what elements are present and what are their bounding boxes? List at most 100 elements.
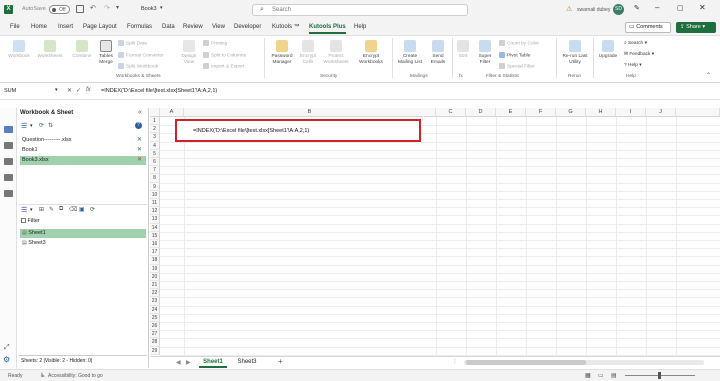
menu-kutools[interactable]: Kutools ™ [272,24,300,30]
autosave-toggle[interactable]: Off [49,5,70,14]
pivot-table-button[interactable]: Pivot Table [499,52,530,58]
tab-next-icon[interactable]: ▶ [186,359,191,366]
super-filter-button[interactable]: Super Filter [475,40,495,65]
printing-button[interactable]: Printing [203,40,227,46]
workbook-item[interactable]: Book1 ✕ [20,146,146,155]
sheet-item-selected[interactable]: ▤ Sheet1 [20,229,146,238]
column-header[interactable]: C [436,108,466,117]
save-icon[interactable] [76,5,84,13]
tab-sheet3[interactable]: Sheet3 [233,357,261,368]
row-header[interactable]: 12 [150,207,160,216]
restore-icon[interactable]: ▢ [677,4,684,12]
menu-data[interactable]: Data [162,24,175,30]
split-data-button[interactable]: Split Data [118,40,147,46]
row-header[interactable]: 19 [150,264,160,273]
sheet-rename-icon[interactable]: ✎ [49,206,54,213]
close-workbook-icon[interactable]: ✕ [137,156,142,165]
dropdown-icon[interactable]: ▾ [30,123,33,129]
column-header[interactable]: E [496,108,526,117]
search-box[interactable]: ⌕ Search [252,4,468,16]
search-ribbon-button[interactable]: ⌕ Search ▾ [624,40,647,46]
title-dropdown-icon[interactable]: ▾ [160,5,163,11]
close-workbook-icon[interactable]: ✕ [137,136,142,145]
sort-pane-icon[interactable]: ⇅ [48,122,53,129]
workbook-item[interactable]: Question---------.xlsx ✕ [20,136,146,145]
formula-input[interactable]: =INDEX('D:\Excel file\[test.xlsx]Sheet1'… [101,88,217,94]
tab-options-icon[interactable]: ⋮ [452,358,458,365]
row-header[interactable]: 18 [150,256,160,265]
row-header[interactable]: 6 [150,158,160,167]
row-header[interactable]: 14 [150,223,160,232]
row-header[interactable]: 2 [150,125,160,134]
active-cell[interactable]: =INDEX('D:\Excel file\[test.xlsx]Sheet1'… [175,119,421,142]
minimize-icon[interactable]: – [655,3,659,12]
row-header[interactable]: 7 [150,166,160,175]
count-by-color-button[interactable]: Count by Color [499,40,539,46]
expand-icon[interactable]: ⤢ [4,344,10,352]
tab-prev-icon[interactable]: ◀ [176,359,181,366]
row-header[interactable]: 10 [150,190,160,199]
zoom-thumb[interactable] [658,372,661,379]
close-icon[interactable]: ✕ [699,3,706,12]
enter-icon[interactable]: ✓ [76,87,81,94]
page-layout-view-icon[interactable]: ▭ [598,372,604,379]
sheet-delete-icon[interactable]: ⌫ [69,206,77,213]
special-filter-button[interactable]: Special Filter [499,63,535,69]
workbook-button[interactable]: Workbook [7,40,31,60]
autotext-icon[interactable] [4,158,13,165]
add-sheet-button[interactable]: + [278,357,283,366]
row-header[interactable]: 24 [150,305,160,314]
undo-icon[interactable]: ↶ [90,4,96,12]
column-header[interactable]: I [616,108,646,117]
ribbon-collapse-icon[interactable]: ⌃ [706,72,711,79]
accessibility-status[interactable]: Accessibility: Good to go [48,373,103,379]
row-header[interactable]: 27 [150,330,160,339]
menu-help[interactable]: Help [354,24,366,30]
avatar[interactable]: SD [613,4,624,15]
menu-home[interactable]: Home [31,24,47,30]
row-header[interactable]: 21 [150,281,160,290]
tab-sheet1[interactable]: Sheet1 [199,357,227,368]
row-header[interactable]: 13 [150,215,160,224]
pen-icon[interactable]: ✎ [634,4,640,12]
pane-collapse-icon[interactable]: « [138,109,142,116]
sheet-hide-icon[interactable]: ▣ [79,206,85,213]
menu-developer[interactable]: Developer [234,24,261,30]
format-converter-button[interactable]: Format Converter [118,52,164,58]
row-header[interactable]: 5 [150,149,160,158]
send-emails-button[interactable]: Send Emails [427,40,449,65]
sheet-refresh-icon[interactable]: ⟳ [90,206,95,213]
filter-row[interactable]: Filter [21,218,145,226]
row-header[interactable]: 17 [150,248,160,257]
settings-icon[interactable]: ⚙ [3,355,10,364]
close-workbook-icon[interactable]: ✕ [137,146,142,155]
row-header[interactable]: 26 [150,322,160,331]
filter-checkbox[interactable] [21,218,26,224]
column-header[interactable]: D [466,108,496,117]
encrypt-workbooks-button[interactable]: Encrypt Workbooks [355,40,387,65]
protect-worksheets-button[interactable]: Protect Worksheets [321,40,351,65]
row-header[interactable]: 20 [150,272,160,281]
sheet-add-icon[interactable]: ⊞ [39,206,44,213]
cancel-icon[interactable]: ✕ [67,87,72,94]
row-header[interactable]: 4 [150,141,160,150]
column-list-icon[interactable] [4,190,13,197]
insert-function-icon[interactable]: fx [86,87,91,93]
menu-view[interactable]: View [212,24,225,30]
help-pane-icon[interactable]: ? [135,122,142,129]
sheet-dropdown-icon[interactable]: ▾ [30,207,33,213]
menu-formulas[interactable]: Formulas [127,24,152,30]
menu-kutools-plus[interactable]: Kutools Plus [309,24,346,34]
worksheets-button[interactable]: Worksheets [36,40,64,60]
menu-page-layout[interactable]: Page Layout [83,24,117,30]
import-export-button[interactable]: Import & Export [203,63,244,69]
zoom-slider[interactable] [625,372,695,379]
row-header[interactable]: 22 [150,289,160,298]
sheet-item[interactable]: ▤ Sheet3 [20,239,146,248]
refresh-icon[interactable]: ⟳ [39,122,44,129]
menu-review[interactable]: Review [183,24,203,30]
row-header[interactable]: 16 [150,240,160,249]
share-button[interactable]: ⇪ Share ▾ [676,22,716,33]
workbook-item-selected[interactable]: Book3.xlsx ✕ [20,156,146,165]
row-header[interactable]: 23 [150,297,160,306]
